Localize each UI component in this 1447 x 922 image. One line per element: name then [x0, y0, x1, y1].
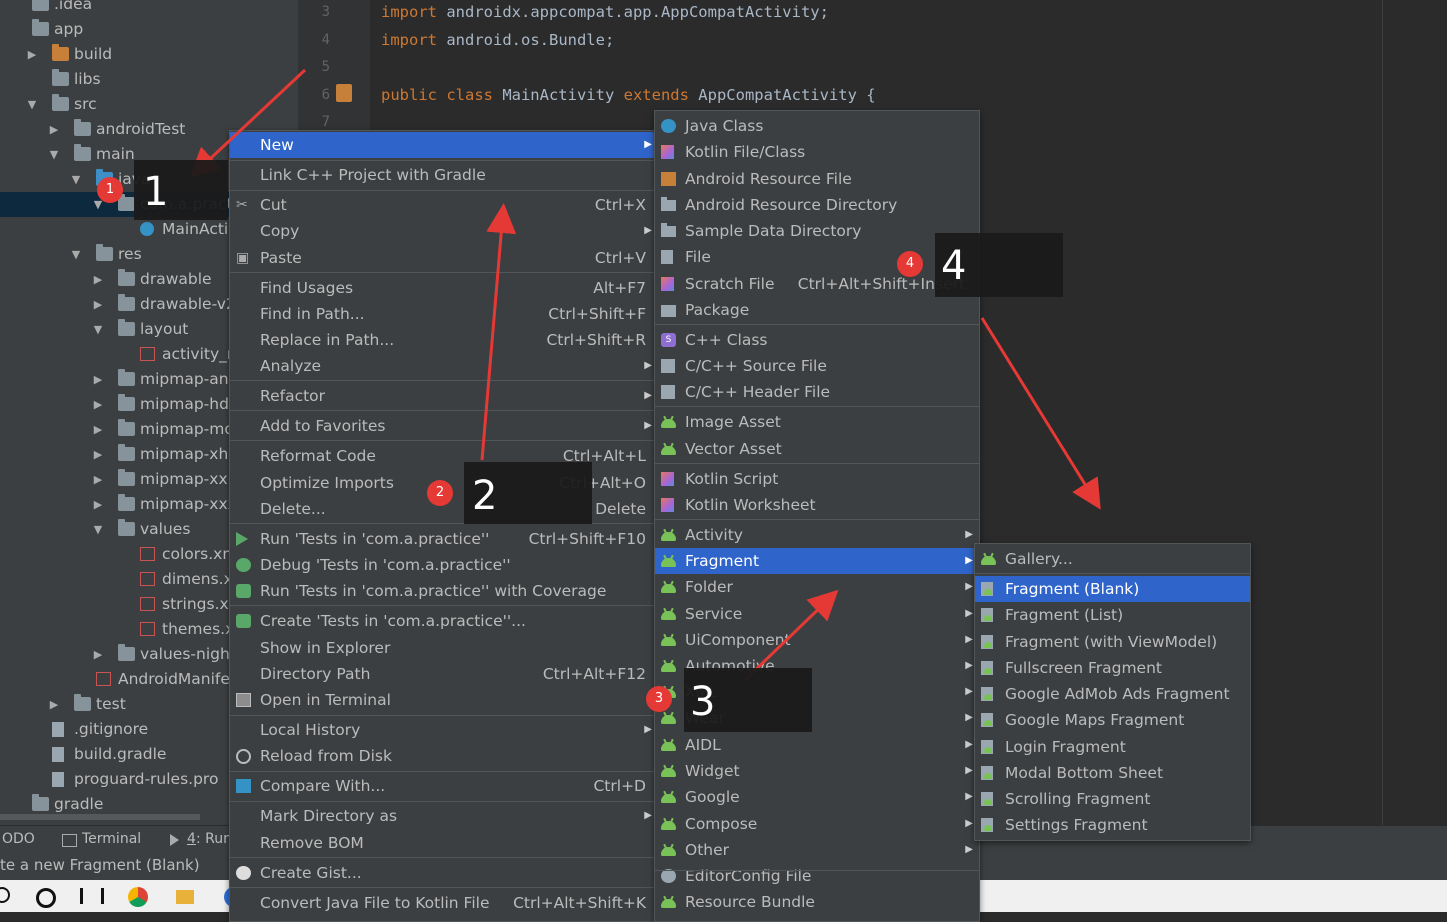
step-2-number: 2 — [472, 473, 498, 519]
step-1-number: 1 — [143, 169, 169, 215]
arrow-2 — [480, 203, 517, 461]
step-1-badge: 1 — [97, 177, 123, 203]
arrow-1 — [189, 68, 307, 179]
step-2-badge: 2 — [427, 480, 453, 506]
annotation-arrows — [189, 68, 1101, 682]
step-3-number: 3 — [690, 679, 716, 725]
step-3-badge: 3 — [646, 686, 672, 712]
step-4-number: 4 — [941, 243, 967, 289]
step-4-badge: 4 — [897, 251, 923, 277]
arrow-4 — [980, 317, 1101, 510]
